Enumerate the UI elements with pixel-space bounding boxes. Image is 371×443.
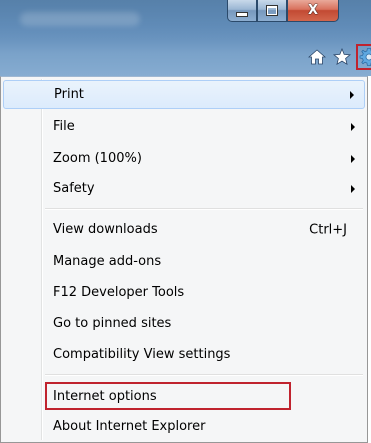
- menu-item-zoom[interactable]: Zoom (100%): [3, 144, 365, 173]
- favorites-star-icon: [333, 48, 351, 66]
- menu-separator: [45, 374, 363, 376]
- submenu-arrow-icon: [351, 184, 355, 193]
- menu-item-label: Internet options: [53, 389, 157, 404]
- caption-buttons: X: [227, 0, 339, 24]
- menu-item-file[interactable]: File: [3, 112, 365, 141]
- menu-item-print[interactable]: Print: [3, 80, 365, 109]
- window-titlebar: X: [0, 0, 371, 76]
- menu-item-label: Manage add-ons: [53, 254, 162, 269]
- maximize-button[interactable]: [257, 0, 287, 22]
- menu-item-view-downloads[interactable]: View downloads Ctrl+J: [3, 215, 365, 244]
- menu-item-label: File: [53, 119, 75, 134]
- tools-dropdown-menu: Print File Zoom (100%) Safety View downl…: [0, 76, 368, 443]
- tools-gear-icon: [359, 48, 371, 66]
- menu-item-shortcut: Ctrl+J: [309, 222, 347, 237]
- blurred-window-title: [20, 12, 140, 26]
- submenu-arrow-icon: [351, 154, 355, 163]
- maximize-icon: [266, 5, 278, 16]
- menu-item-f12-developer-tools[interactable]: F12 Developer Tools: [3, 278, 365, 307]
- home-button[interactable]: [306, 46, 328, 68]
- submenu-arrow-icon: [350, 90, 354, 99]
- tools-button[interactable]: [356, 44, 371, 70]
- ie-tools-menu-screenshot: X Print File Zoom (100%) Safety View dow…: [0, 0, 371, 443]
- home-icon: [308, 49, 326, 65]
- menu-item-label: Print: [54, 87, 84, 102]
- menu-item-compatibility-view-settings[interactable]: Compatibility View settings: [3, 340, 365, 369]
- menu-item-label: About Internet Explorer: [53, 419, 206, 434]
- menu-item-label: Zoom (100%): [53, 151, 142, 166]
- menu-item-internet-options[interactable]: Internet options: [3, 382, 365, 411]
- menu-item-label: Compatibility View settings: [53, 347, 231, 362]
- minimize-button[interactable]: [227, 0, 257, 22]
- menu-item-safety[interactable]: Safety: [3, 174, 365, 203]
- close-icon: X: [307, 3, 319, 18]
- menu-item-manage-add-ons[interactable]: Manage add-ons: [3, 247, 365, 276]
- favorites-button[interactable]: [331, 46, 353, 68]
- menu-item-go-to-pinned-sites[interactable]: Go to pinned sites: [3, 309, 365, 338]
- menu-item-label: Go to pinned sites: [53, 316, 172, 331]
- submenu-arrow-icon: [351, 122, 355, 131]
- minimize-icon: [236, 12, 248, 17]
- menu-item-about-internet-explorer[interactable]: About Internet Explorer: [3, 412, 365, 441]
- close-button[interactable]: X: [287, 0, 339, 22]
- menu-item-label: F12 Developer Tools: [53, 285, 185, 300]
- menu-item-label: Safety: [53, 181, 95, 196]
- command-toolbar: [306, 44, 371, 70]
- menu-separator: [45, 208, 363, 210]
